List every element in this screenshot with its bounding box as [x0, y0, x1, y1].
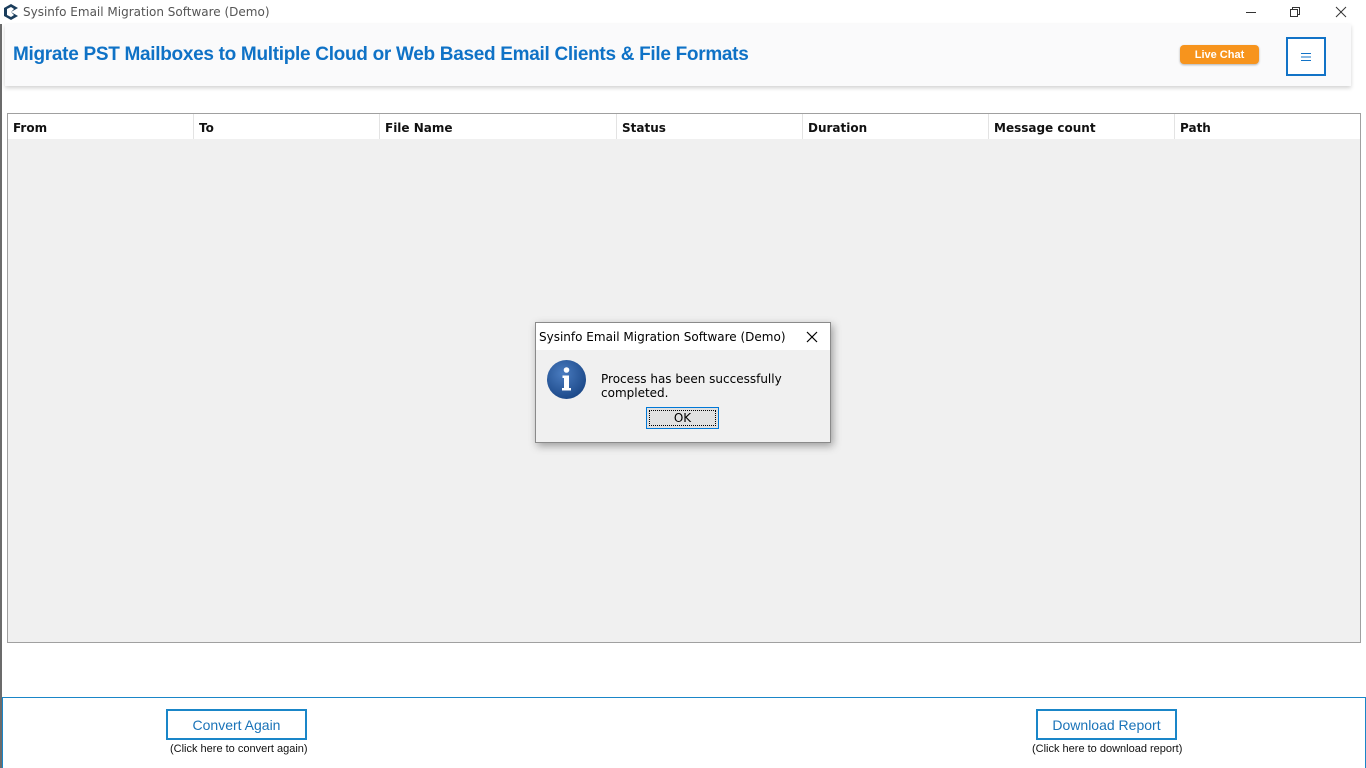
menu-button[interactable]: [1286, 37, 1326, 76]
download-report-hint: (Click here to download report): [1032, 743, 1183, 755]
close-icon: [1335, 6, 1347, 18]
sysinfo-logo-icon: [4, 4, 18, 20]
dialog-titlebar: Sysinfo Email Migration Software (Demo): [536, 323, 830, 350]
completion-dialog: Sysinfo Email Migration Software (Demo) …: [535, 322, 831, 443]
convert-again-button[interactable]: Convert Again: [166, 709, 307, 740]
hamburger-menu-icon: [1301, 52, 1311, 61]
ok-button[interactable]: OK: [646, 407, 719, 429]
restore-button[interactable]: [1272, 0, 1318, 24]
dialog-message: Process has been successfully completed.: [601, 372, 782, 400]
column-header-path[interactable]: Path: [1175, 114, 1360, 139]
dialog-body: Process has been successfully completed.…: [536, 350, 830, 442]
window-titlebar: Sysinfo Email Migration Software (Demo): [0, 0, 1366, 24]
dialog-close-icon[interactable]: [804, 329, 820, 345]
minimize-icon: [1246, 12, 1256, 13]
restore-icon: [1290, 7, 1300, 17]
page-title: Migrate PST Mailboxes to Multiple Cloud …: [13, 44, 749, 65]
column-header-message-count[interactable]: Message count: [989, 114, 1175, 139]
convert-again-hint: (Click here to convert again): [170, 743, 308, 755]
close-window-button[interactable]: [1318, 0, 1364, 24]
window-left-border: [0, 24, 2, 768]
column-header-duration[interactable]: Duration: [803, 114, 989, 139]
minimize-button[interactable]: [1228, 0, 1274, 24]
dialog-title: Sysinfo Email Migration Software (Demo): [539, 330, 786, 344]
info-icon: [547, 360, 586, 399]
footer-bar: Convert Again (Click here to convert aga…: [2, 697, 1366, 768]
header-banner: Migrate PST Mailboxes to Multiple Cloud …: [5, 24, 1351, 86]
column-header-to[interactable]: To: [194, 114, 380, 139]
column-header-status[interactable]: Status: [617, 114, 803, 139]
table-header: From To File Name Status Duration Messag…: [8, 114, 1360, 139]
column-header-file-name[interactable]: File Name: [380, 114, 617, 139]
window-title: Sysinfo Email Migration Software (Demo): [23, 5, 270, 19]
live-chat-button[interactable]: Live Chat: [1180, 45, 1259, 64]
download-report-button[interactable]: Download Report: [1036, 709, 1177, 740]
column-header-from[interactable]: From: [8, 114, 194, 139]
